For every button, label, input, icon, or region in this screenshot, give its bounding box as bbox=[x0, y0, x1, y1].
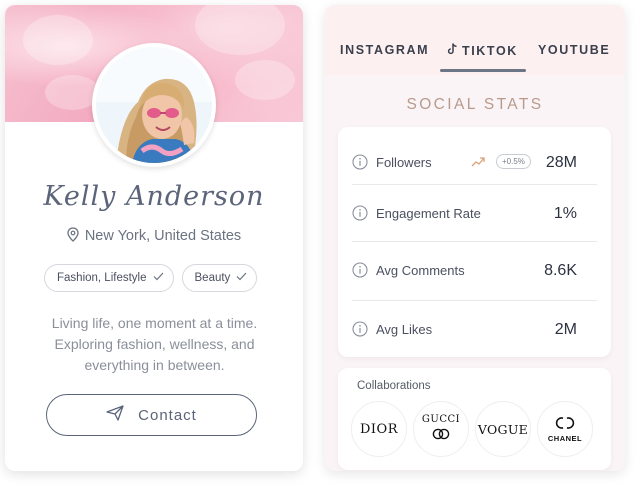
stat-label: Avg Likes bbox=[376, 322, 433, 337]
location-text: New York, United States bbox=[84, 228, 242, 244]
info-icon[interactable] bbox=[352, 154, 368, 175]
collaborations-title: Collaborations bbox=[357, 380, 431, 392]
location: New York, United States bbox=[5, 227, 303, 246]
stat-label: Engagement Rate bbox=[376, 206, 481, 221]
stats-card: Followers +0.5% 28M Engagement Rate 1% A… bbox=[338, 127, 611, 357]
stat-value: 2M bbox=[554, 321, 577, 338]
tab-tiktok[interactable]: TIKTOK bbox=[447, 43, 518, 58]
stat-row-avg-comments: Avg Comments 8.6K bbox=[352, 250, 597, 290]
bio-text: Living life, one moment at a time. Explo… bbox=[51, 315, 258, 373]
brand-dior[interactable]: DIOR bbox=[351, 401, 407, 457]
check-icon bbox=[236, 272, 247, 284]
stats-panel: INSTAGRAM TIKTOK YOUTUBE SOCIAL STATS Fo… bbox=[325, 5, 625, 471]
tab-instagram[interactable]: INSTAGRAM bbox=[340, 43, 429, 57]
stat-label: Avg Comments bbox=[376, 263, 465, 278]
contact-button[interactable]: Contact bbox=[46, 394, 257, 436]
stat-row-avg-likes: Avg Likes 2M bbox=[352, 309, 597, 349]
tab-youtube[interactable]: YOUTUBE bbox=[538, 43, 610, 57]
stat-value: 8.6K bbox=[544, 262, 577, 279]
brand-name: DIOR bbox=[359, 421, 398, 437]
divider bbox=[352, 241, 597, 242]
tiktok-icon bbox=[447, 43, 457, 58]
trend-up-icon bbox=[471, 154, 485, 172]
active-tab-indicator bbox=[440, 69, 526, 72]
section-title: SOCIAL STATS bbox=[406, 96, 544, 113]
tag-label: Beauty bbox=[194, 272, 231, 284]
check-icon bbox=[153, 272, 164, 284]
profile-name: Kelly Anderson bbox=[43, 181, 265, 212]
info-icon[interactable] bbox=[352, 321, 368, 342]
map-pin-icon bbox=[67, 227, 79, 246]
tag-label: Fashion, Lifestyle bbox=[57, 272, 147, 284]
avatar[interactable] bbox=[92, 43, 216, 167]
stat-value: 28M bbox=[545, 154, 577, 171]
tag-list: Fashion, Lifestyle Beauty bbox=[44, 264, 258, 292]
brand-name: GUCCI bbox=[421, 414, 461, 425]
tag-beauty[interactable]: Beauty bbox=[181, 264, 258, 292]
brand-name: CHANEL bbox=[547, 434, 583, 443]
contact-label: Contact bbox=[138, 406, 197, 424]
profile-card: Kelly Anderson New York, United States F… bbox=[5, 5, 303, 471]
send-icon bbox=[106, 405, 124, 425]
stat-row-engagement-rate: Engagement Rate 1% bbox=[352, 193, 597, 233]
brand-chanel[interactable]: CHANEL bbox=[537, 401, 593, 457]
gucci-logo-icon bbox=[431, 425, 451, 444]
brand-gucci[interactable]: GUCCI bbox=[413, 401, 469, 457]
tag-fashion-lifestyle[interactable]: Fashion, Lifestyle bbox=[44, 264, 174, 292]
growth-badge: +0.5% bbox=[496, 154, 531, 169]
stat-value: 1% bbox=[553, 205, 577, 222]
tab-tiktok-label: TIKTOK bbox=[462, 43, 518, 58]
brand-vogue[interactable]: VOGUE bbox=[475, 401, 531, 457]
divider bbox=[352, 300, 597, 301]
platform-tabs: INSTAGRAM TIKTOK YOUTUBE bbox=[325, 5, 625, 75]
info-icon[interactable] bbox=[352, 262, 368, 283]
stat-row-followers: Followers +0.5% 28M bbox=[352, 142, 597, 182]
brand-name: VOGUE bbox=[477, 421, 529, 437]
stat-label: Followers bbox=[376, 155, 432, 170]
info-icon[interactable] bbox=[352, 205, 368, 226]
divider bbox=[352, 184, 597, 185]
chanel-logo-icon bbox=[554, 415, 576, 434]
collaborations-card: Collaborations DIOR GUCCI VOGUE CHANEL bbox=[338, 368, 611, 470]
